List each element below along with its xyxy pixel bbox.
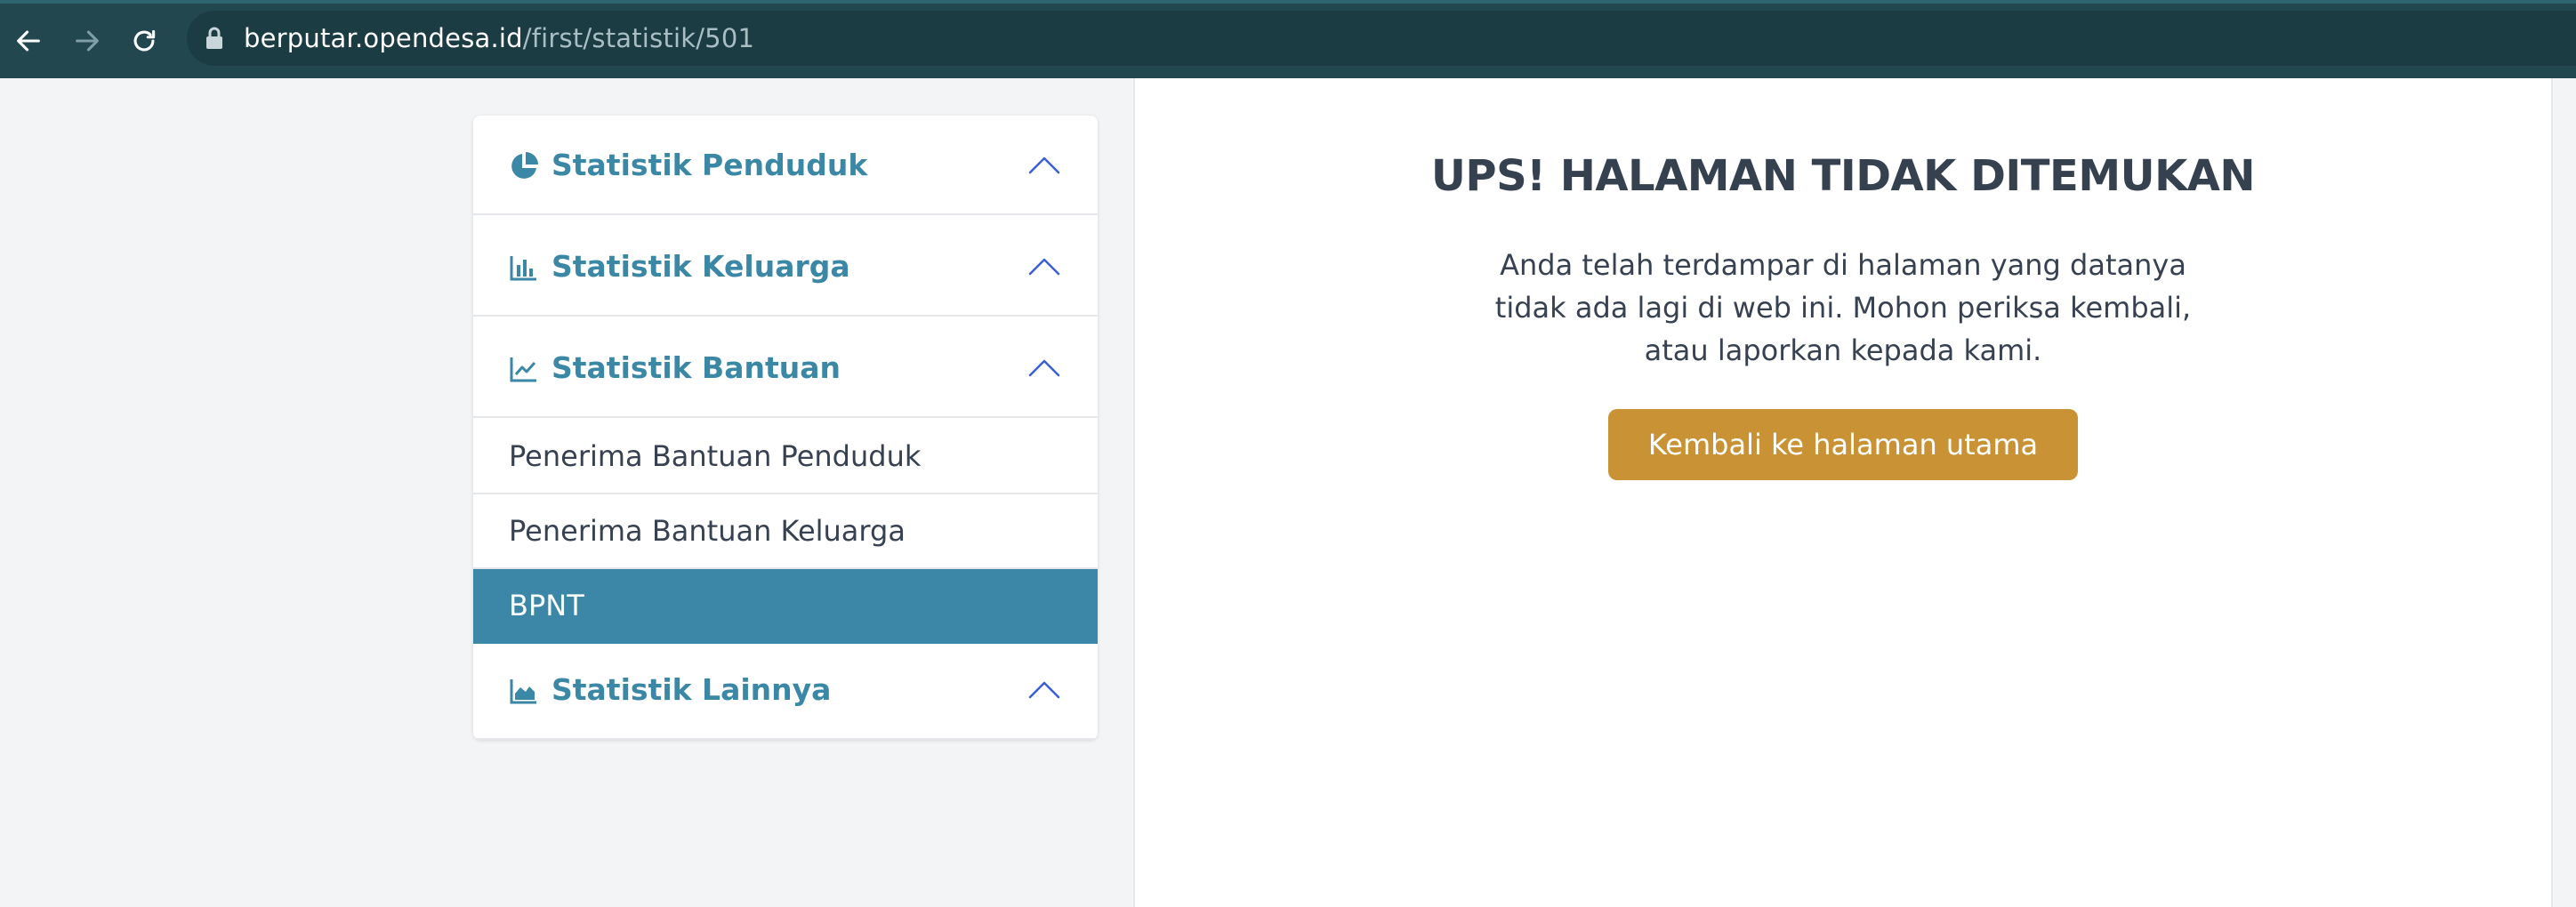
error-message: Anda telah terdampar di halaman yang dat… — [1461, 244, 2226, 372]
submenu-item-bpnt[interactable]: BPNT — [473, 569, 1098, 644]
main-content-panel — [1133, 78, 2553, 907]
error-message-line: atau laporkan kepada kami. — [1644, 333, 2042, 367]
error-message-line: tidak ada lagi di web ini. Mohon periksa… — [1494, 291, 2192, 325]
submenu-item-penerima-bantuan-penduduk[interactable]: Penerima Bantuan Penduduk — [473, 420, 1098, 494]
section-title: Statistik Lainnya — [551, 672, 832, 707]
reload-button[interactable] — [119, 4, 169, 78]
url-path: /first/statistik/501 — [522, 23, 755, 53]
section-title: Statistik Penduduk — [551, 148, 868, 182]
back-button[interactable] — [4, 4, 53, 78]
error-title: UPS! HALAMAN TIDAK DITEMUKAN — [1430, 151, 2256, 201]
section-statistik-keluarga[interactable]: Statistik Keluarga — [473, 217, 1098, 317]
section-statistik-lainnya[interactable]: Statistik Lainnya — [473, 640, 1098, 740]
lock-icon — [206, 27, 222, 49]
chevron-up-icon[interactable] — [1026, 676, 1062, 704]
section-statistik-bantuan[interactable]: Statistik Bantuan — [473, 318, 1098, 418]
url-host: berputar.opendesa.id — [244, 23, 523, 53]
arrow-right-icon — [76, 30, 99, 52]
url-text[interactable]: berputar.opendesa.id/first/statistik/501 — [244, 19, 754, 58]
forward-button[interactable] — [62, 4, 112, 78]
reload-icon — [133, 29, 156, 52]
arrow-left-icon — [17, 30, 40, 52]
section-title: Statistik Bantuan — [551, 350, 841, 385]
error-message-line: Anda telah terdampar di halaman yang dat… — [1500, 248, 2186, 282]
statistics-sidebar: Statistik Penduduk Statistik Keluarga St… — [473, 116, 1098, 740]
area-chart-icon — [510, 679, 536, 704]
section-title: Statistik Keluarga — [551, 249, 850, 284]
back-to-home-button[interactable]: Kembali ke halaman utama — [1608, 409, 2078, 480]
submenu-item-penerima-bantuan-keluarga[interactable]: Penerima Bantuan Keluarga — [473, 494, 1098, 569]
bar-chart-icon — [510, 256, 536, 281]
chevron-up-icon[interactable] — [1026, 151, 1062, 180]
chevron-up-icon[interactable] — [1026, 253, 1062, 281]
chevron-up-icon[interactable] — [1026, 354, 1062, 382]
line-chart-icon — [510, 357, 536, 382]
section-statistik-penduduk[interactable]: Statistik Penduduk — [473, 116, 1098, 215]
pie-chart-icon — [511, 152, 538, 179]
